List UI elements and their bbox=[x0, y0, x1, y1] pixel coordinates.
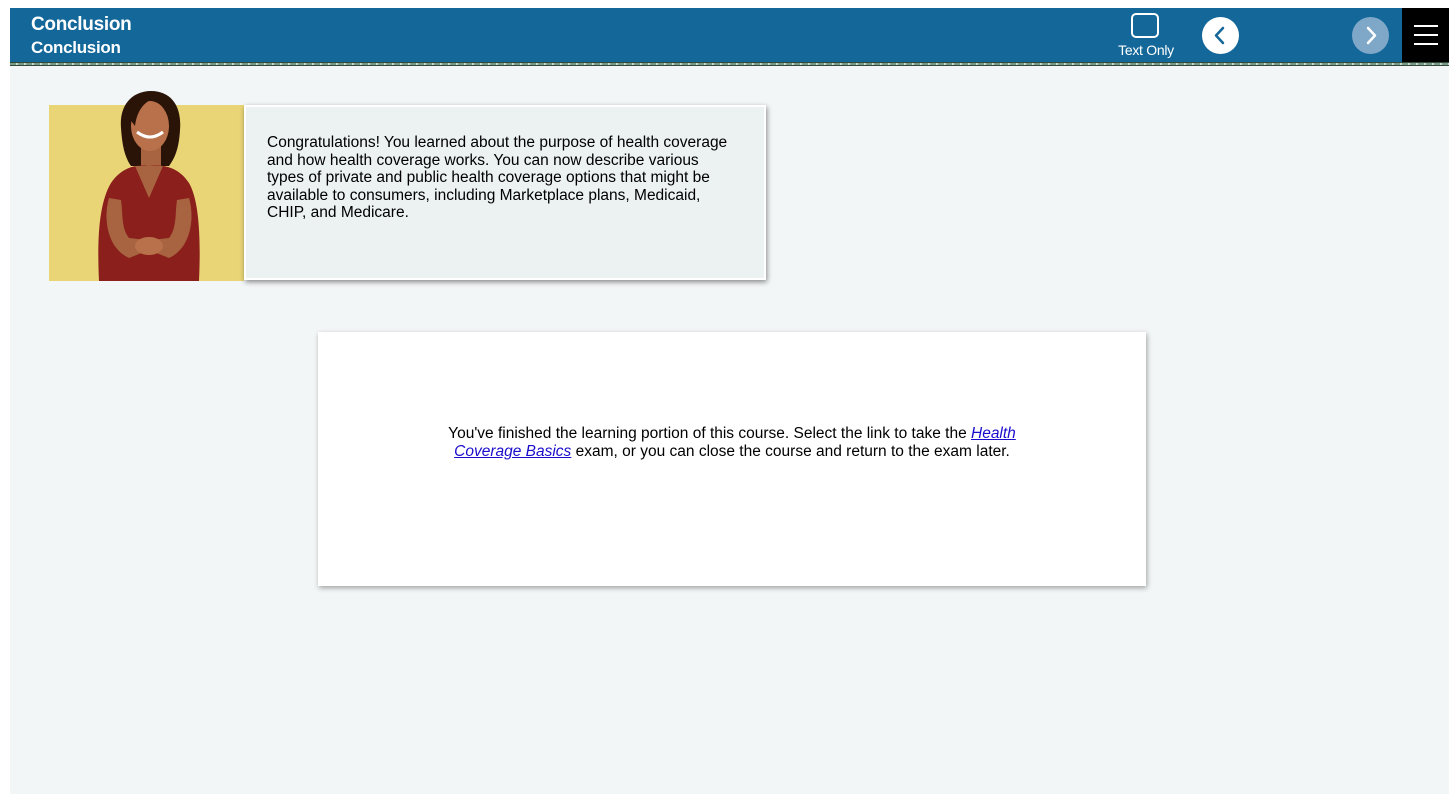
hamburger-menu-icon bbox=[1414, 25, 1438, 27]
page-subtitle: Conclusion bbox=[31, 38, 121, 57]
intro-text: Congratulations! You learned about the p… bbox=[267, 134, 728, 221]
page-title: Conclusion bbox=[31, 14, 132, 35]
presenter-avatar bbox=[49, 88, 244, 281]
completion-message: You've finished the learning portion of … bbox=[448, 425, 1016, 461]
text-only-label: Text Only bbox=[1118, 42, 1174, 58]
chevron-left-icon bbox=[1214, 26, 1225, 45]
checkbox-icon bbox=[1131, 13, 1159, 38]
intro-speech-box: Congratulations! You learned about the p… bbox=[244, 105, 766, 280]
menu-button[interactable] bbox=[1402, 8, 1449, 62]
header-divider bbox=[10, 62, 1449, 66]
text-only-toggle[interactable]: Text Only bbox=[1114, 12, 1178, 60]
completion-text-before: You've finished the learning portion of … bbox=[448, 425, 971, 442]
course-player: Conclusion Conclusion Text Only Congratu… bbox=[10, 8, 1449, 794]
completion-text-after: exam, or you can close the course and re… bbox=[571, 443, 1010, 460]
chevron-right-icon bbox=[1366, 26, 1377, 45]
back-button[interactable] bbox=[1202, 17, 1239, 54]
completion-card: You've finished the learning portion of … bbox=[318, 332, 1146, 586]
hamburger-line bbox=[1414, 43, 1438, 45]
hamburger-line bbox=[1414, 34, 1438, 36]
header-bar: Conclusion Conclusion Text Only bbox=[10, 8, 1449, 62]
next-button[interactable] bbox=[1352, 17, 1389, 54]
presenter-illustration bbox=[98, 91, 200, 281]
